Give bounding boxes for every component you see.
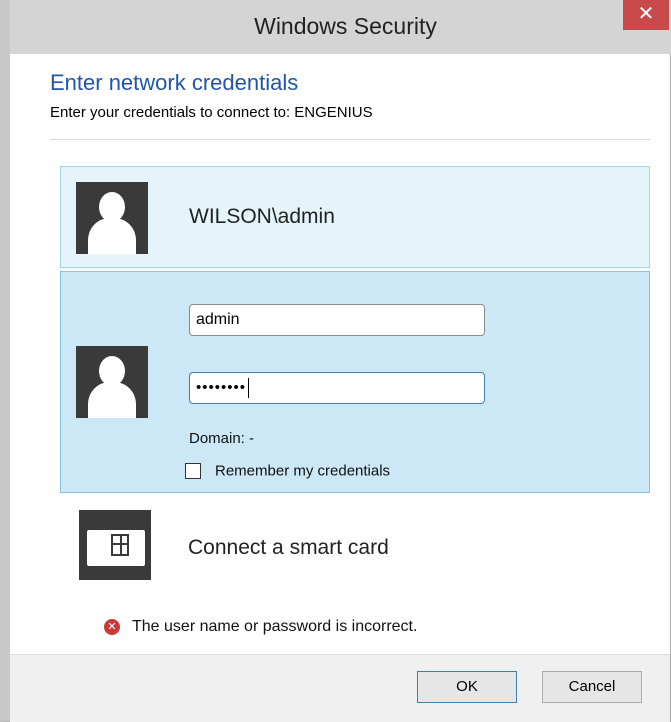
username-field[interactable]: admin xyxy=(189,304,485,336)
credentials-dialog: Windows Security ✕ Enter network credent… xyxy=(0,0,671,722)
smart-card-icon xyxy=(79,510,151,580)
user-avatar-icon xyxy=(76,346,148,418)
smart-card-option[interactable]: Connect a smart card xyxy=(60,496,650,596)
page-title: Enter network credentials xyxy=(50,70,299,95)
remember-checkbox[interactable] xyxy=(185,463,201,480)
title-bar: Windows Security ✕ xyxy=(10,0,671,54)
password-mask: •••••••• xyxy=(196,379,247,396)
saved-credential-tile[interactable]: WILSON\admin xyxy=(60,166,650,268)
error-message: ✕ The user name or password is incorrect. xyxy=(104,618,417,638)
page-subtitle: Enter your credentials to connect to: EN… xyxy=(50,104,373,121)
password-field[interactable]: •••••••• xyxy=(189,372,485,404)
window-title: Windows Security xyxy=(254,13,437,39)
cancel-button[interactable]: Cancel xyxy=(542,671,642,703)
domain-label: Domain: - xyxy=(189,430,255,447)
divider xyxy=(50,139,650,140)
ok-button[interactable]: OK xyxy=(417,671,517,703)
remember-label: Remember my credentials xyxy=(215,462,391,480)
saved-credential-name: WILSON\admin xyxy=(189,205,335,228)
error-icon: ✕ xyxy=(104,619,120,635)
active-credential-tile: admin •••••••• Domain: - Remember my cre… xyxy=(60,271,650,493)
close-button[interactable]: ✕ xyxy=(623,0,669,30)
smart-card-label: Connect a smart card xyxy=(188,536,389,559)
close-icon: ✕ xyxy=(637,3,655,25)
text-caret xyxy=(248,377,250,398)
remember-credentials-option[interactable]: Remember my credentials xyxy=(185,462,390,482)
error-text: The user name or password is incorrect. xyxy=(132,618,418,635)
dialog-footer: OK Cancel xyxy=(10,654,670,722)
user-avatar-icon xyxy=(76,182,148,254)
